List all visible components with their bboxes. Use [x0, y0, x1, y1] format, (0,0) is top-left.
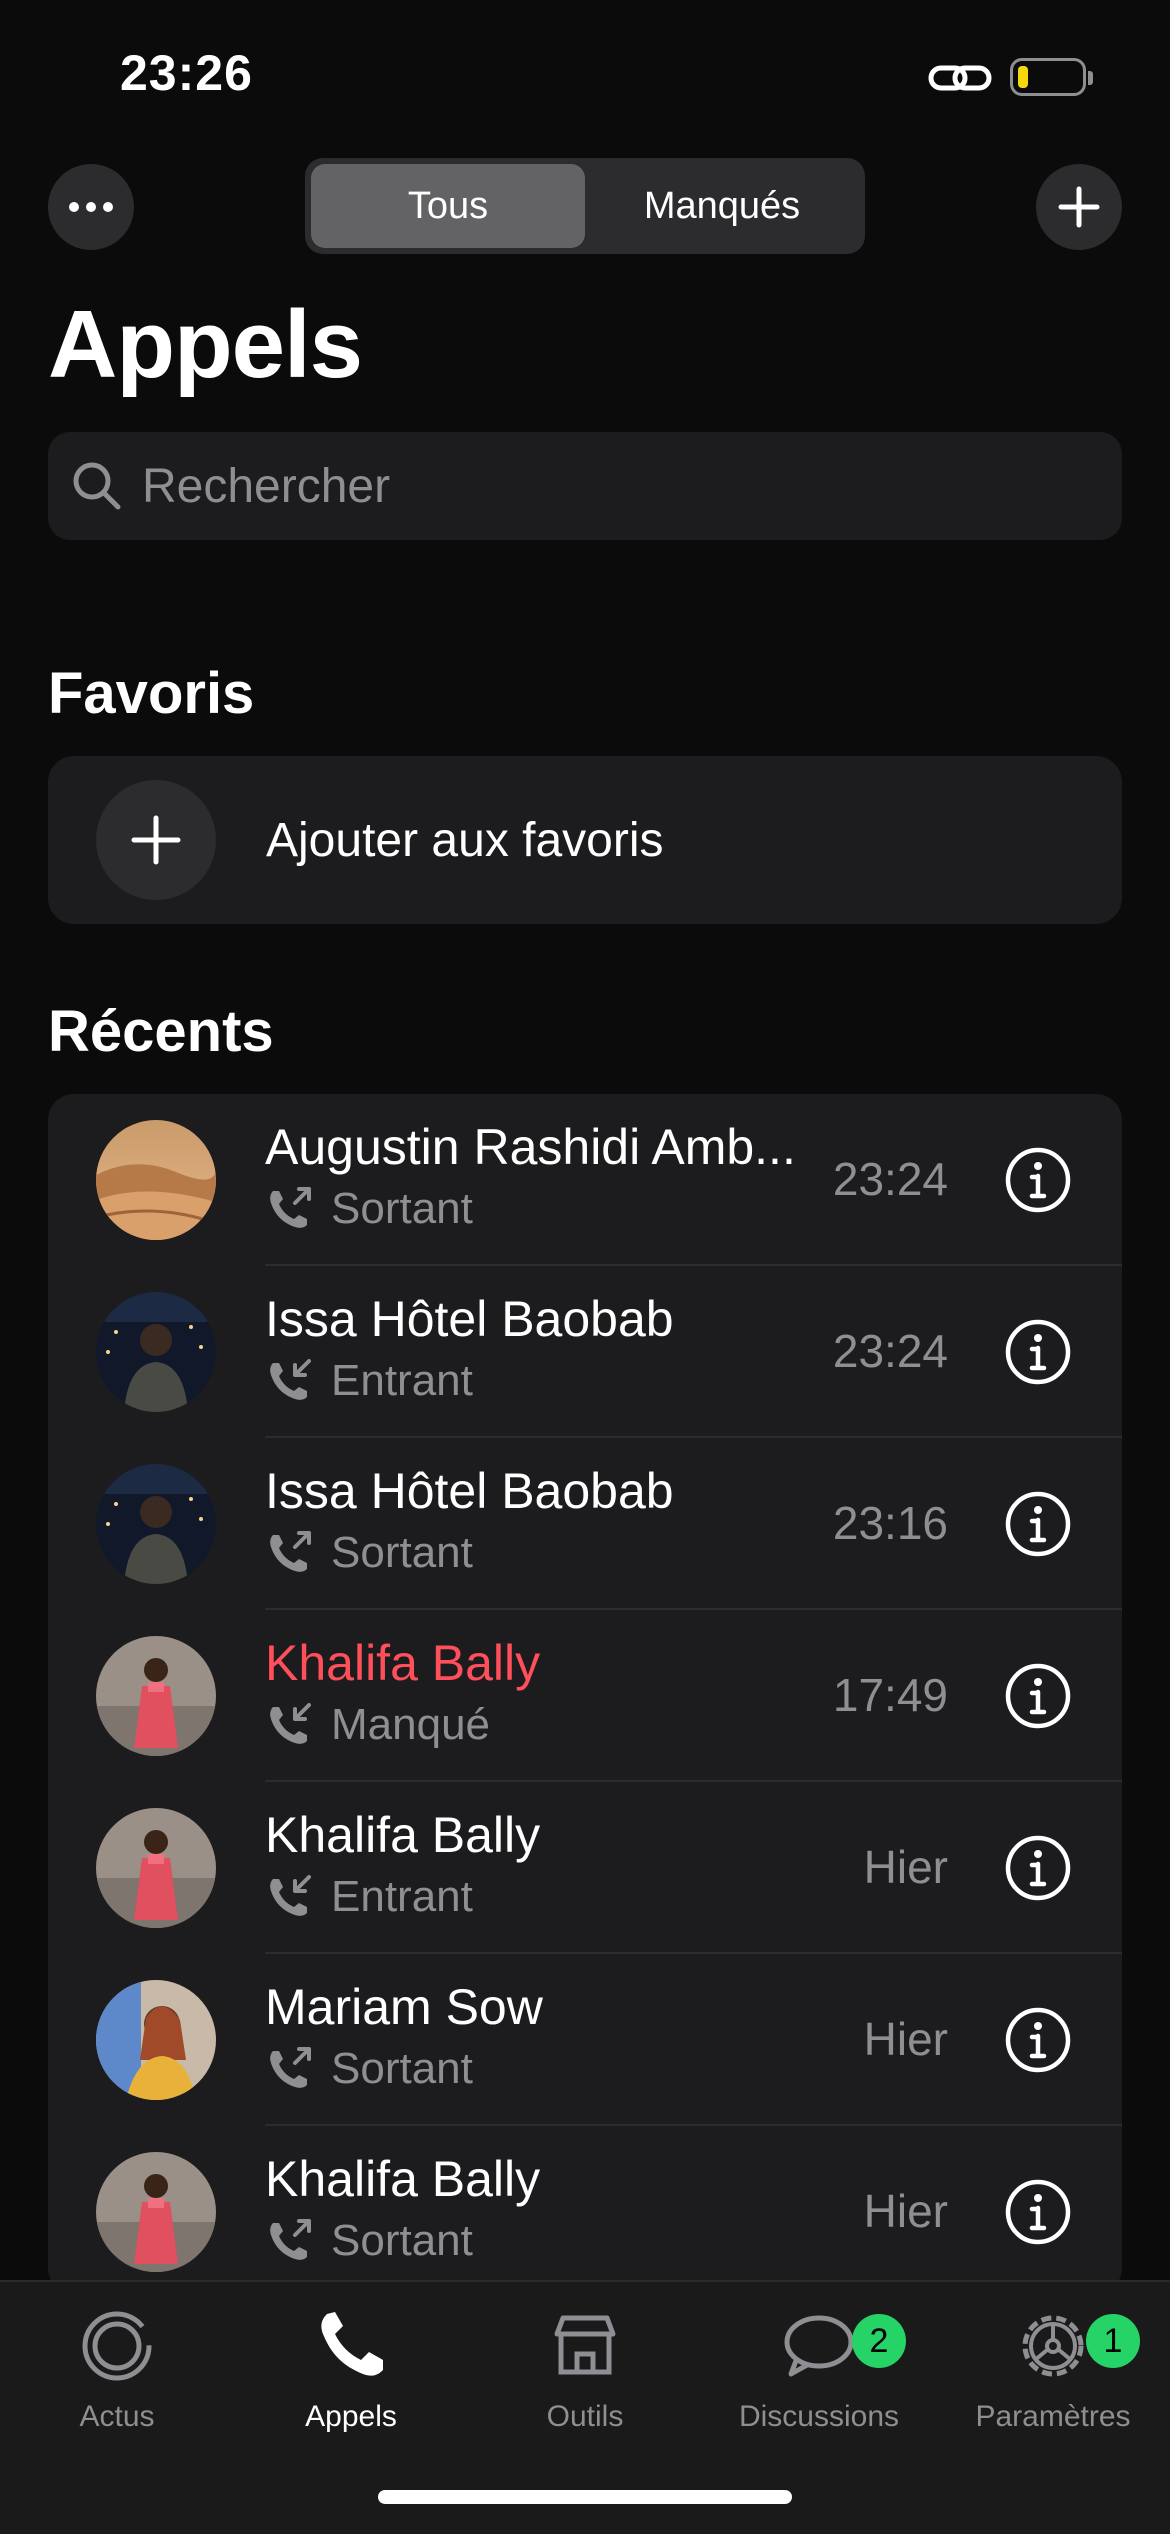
filter-segmented-control[interactable]: Tous Manqués [305, 158, 865, 254]
tab-label: Actus [79, 2400, 155, 2433]
call-direction-label: Sortant [331, 1184, 473, 1233]
contact-name: Issa Hôtel Baobab [265, 1463, 674, 1519]
contact-name: Khalifa Bally [265, 1635, 541, 1691]
call-direction-label: Sortant [331, 2216, 473, 2265]
plus-icon [131, 815, 181, 865]
info-icon[interactable] [1004, 1146, 1072, 1214]
avatar [96, 1464, 216, 1584]
call-row[interactable]: Issa Hôtel Baobab Entrant 23:24 [48, 1266, 1122, 1438]
avatar [96, 1120, 216, 1240]
call-row[interactable]: Khalifa Bally Sortant Hier [48, 2126, 1122, 2294]
call-time: Hier [863, 2013, 948, 2065]
call-time: Hier [863, 1841, 948, 1893]
call-direction: Sortant [265, 1184, 473, 1234]
recents-title: Récents [48, 999, 274, 1064]
tab-label: Outils [546, 2400, 624, 2433]
call-time: 17:49 [832, 1669, 948, 1721]
call-direction-label: Manqué [331, 1700, 491, 1749]
outgoing-call-icon [270, 1187, 311, 1228]
call-row[interactable]: Khalifa Bally Manqué 17:49 [48, 1610, 1122, 1782]
segment-all[interactable]: Tous [311, 164, 585, 248]
outgoing-call-icon [270, 1531, 311, 1572]
tab-gear[interactable]: Paramètres 1 [936, 2304, 1170, 2454]
outgoing-call-icon [270, 2047, 311, 2088]
add-favorite-label: Ajouter aux favoris [266, 813, 664, 867]
avatar [96, 1980, 216, 2100]
contact-name: Khalifa Bally [265, 2151, 541, 2207]
call-direction-label: Entrant [331, 1872, 473, 1921]
search-placeholder: Rechercher [142, 459, 391, 513]
call-direction: Sortant [265, 2216, 473, 2266]
new-call-button[interactable] [1036, 164, 1122, 250]
tab-chat[interactable]: Discussions 2 [702, 2304, 936, 2454]
ellipsis-icon [69, 202, 113, 212]
tab-label: Discussions [738, 2400, 900, 2433]
gear-icon [1011, 2304, 1095, 2388]
contact-name: Issa Hôtel Baobab [265, 1291, 674, 1347]
tab-store[interactable]: Outils [468, 2304, 702, 2454]
status-time: 23:26 [120, 45, 253, 101]
add-favorite-icon-wrap [96, 780, 216, 900]
call-direction-label: Entrant [331, 1356, 473, 1405]
store-icon [543, 2304, 627, 2388]
incoming-call-icon [270, 1359, 311, 1400]
search-icon [73, 462, 121, 510]
avatar [96, 1808, 216, 1928]
add-favorite-button[interactable]: Ajouter aux favoris [48, 756, 1122, 924]
call-time: Hier [863, 2185, 948, 2237]
call-direction: Entrant [265, 1872, 473, 1922]
info-icon[interactable] [1004, 1490, 1072, 1558]
tab-label: Paramètres [975, 2400, 1131, 2433]
outgoing-call-icon [270, 2219, 311, 2260]
incoming-call-icon [270, 1703, 311, 1744]
favorites-title: Favoris [48, 661, 255, 726]
info-icon[interactable] [1004, 1318, 1072, 1386]
info-icon[interactable] [1004, 2178, 1072, 2246]
contact-name: Mariam Sow [265, 1979, 543, 2035]
call-direction-label: Sortant [331, 1528, 473, 1577]
incoming-call-icon [270, 1875, 311, 1916]
unread-badge: 2 [852, 2314, 906, 2368]
chat-icon [777, 2304, 861, 2388]
avatar [96, 1292, 216, 1412]
info-icon[interactable] [1004, 2006, 1072, 2074]
phone-icon [309, 2304, 393, 2388]
call-row[interactable]: Khalifa Bally Entrant Hier [48, 1782, 1122, 1954]
recent-calls-list: Augustin Rashidi Amb... Sortant 23:24 Issa … [48, 1094, 1122, 2294]
call-row[interactable]: Issa Hôtel Baobab Sortant 23:16 [48, 1438, 1122, 1610]
tab-label: Appels [305, 2400, 397, 2433]
contact-name: Khalifa Bally [265, 1807, 541, 1863]
page-title: Appels [48, 291, 363, 398]
plus-icon [1058, 186, 1100, 228]
segment-missed[interactable]: Manqués [585, 164, 859, 248]
call-direction: Manqué [265, 1700, 490, 1750]
tab-updates[interactable]: Actus [0, 2304, 234, 2454]
home-indicator[interactable] [378, 2490, 792, 2504]
avatar [96, 1636, 216, 1756]
more-button[interactable] [48, 164, 134, 250]
battery-icon [1010, 58, 1093, 96]
tab-phone[interactable]: Appels [234, 2304, 468, 2454]
call-direction: Sortant [265, 1528, 473, 1578]
call-direction-label: Sortant [331, 2044, 473, 2093]
updates-icon [75, 2304, 159, 2388]
call-direction: Sortant [265, 2044, 473, 2094]
call-row[interactable]: Mariam Sow Sortant Hier [48, 1954, 1122, 2126]
contact-name: Augustin Rashidi Amb... [265, 1119, 796, 1175]
info-icon[interactable] [1004, 1662, 1072, 1730]
avatar [96, 2152, 216, 2272]
search-input[interactable]: Rechercher [48, 432, 1122, 540]
call-time: 23:24 [832, 1153, 948, 1205]
info-icon[interactable] [1004, 1834, 1072, 1902]
call-time: 23:16 [832, 1497, 948, 1549]
call-direction: Entrant [265, 1356, 473, 1406]
unread-badge: 1 [1086, 2314, 1140, 2368]
call-time: 23:24 [832, 1325, 948, 1377]
link-icon [928, 65, 992, 91]
call-row[interactable]: Augustin Rashidi Amb... Sortant 23:24 [48, 1094, 1122, 1266]
